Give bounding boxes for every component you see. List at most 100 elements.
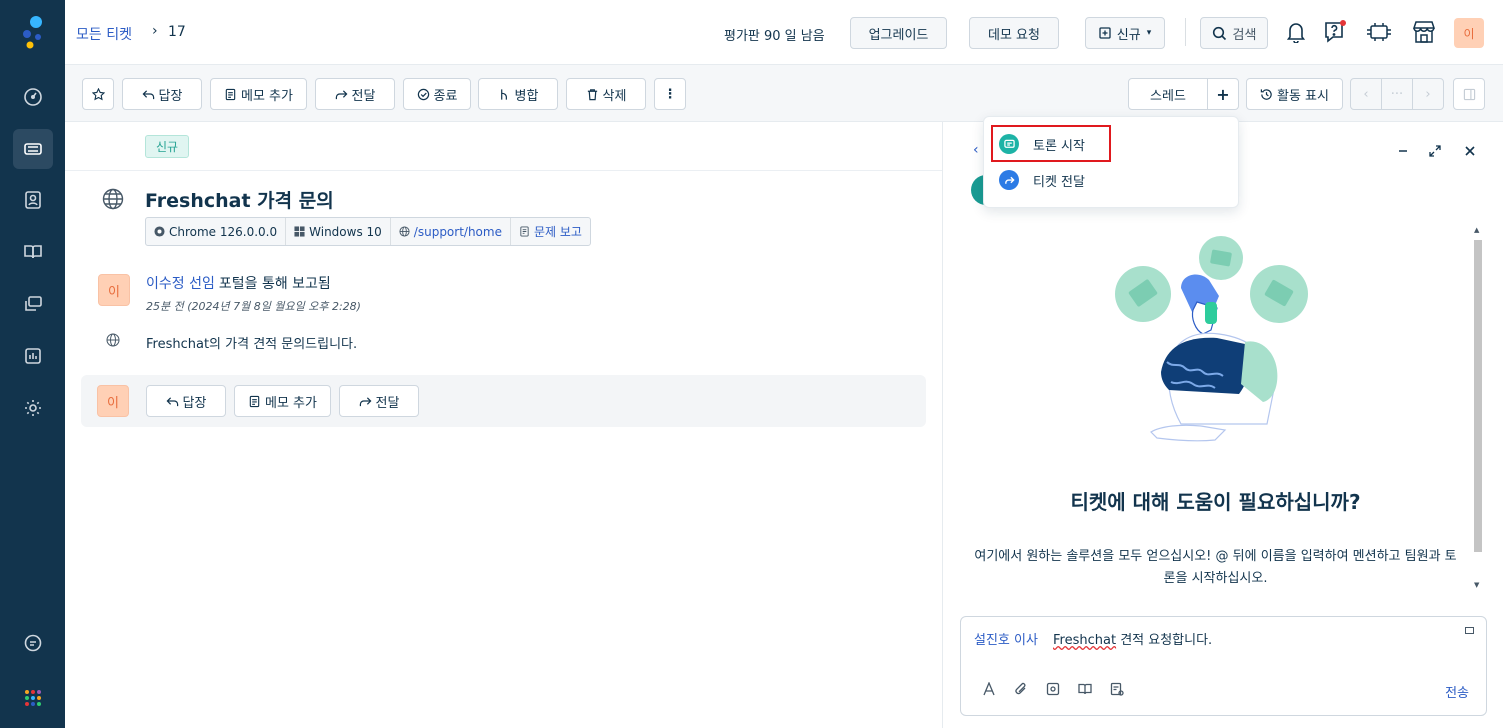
notifications-bell-icon[interactable] bbox=[1282, 18, 1310, 46]
next-ticket-button[interactable]: › bbox=[1412, 78, 1444, 110]
chevron-right-icon: › bbox=[1425, 86, 1431, 102]
trash-icon bbox=[587, 88, 597, 100]
composer-rest-text: 견적 요청합니다. bbox=[1116, 633, 1213, 648]
ticket-detail: 신규 Freshchat 가격 문의 Chrome 126.0.0.0 Wind… bbox=[65, 122, 942, 728]
forward-bottom-button[interactable]: 전달 bbox=[339, 385, 419, 417]
more-options-button[interactable]: ⋮ bbox=[654, 78, 686, 110]
chat-icon[interactable] bbox=[13, 623, 53, 663]
note-icon bbox=[249, 395, 260, 407]
search-icon bbox=[1212, 26, 1226, 40]
breadcrumb-separator: › bbox=[152, 23, 158, 39]
apps-grid-icon[interactable] bbox=[13, 678, 53, 718]
reply-arrow-icon bbox=[142, 89, 154, 99]
admin-gear-icon[interactable] bbox=[13, 388, 53, 428]
tickets-icon[interactable] bbox=[13, 129, 53, 169]
report-issue[interactable]: 문제 보고 bbox=[511, 218, 590, 245]
agent-avatar: 이 bbox=[97, 385, 129, 417]
reply-action-bar: 이 답장 메모 추가 전달 bbox=[81, 375, 926, 427]
show-activity-button[interactable]: 활동 표시 bbox=[1246, 78, 1343, 110]
marketplace-store-icon[interactable] bbox=[1410, 18, 1438, 46]
divider bbox=[65, 170, 942, 171]
composer-toolbar bbox=[981, 681, 1124, 696]
merge-icon bbox=[500, 88, 507, 100]
merge-label: 병합 bbox=[514, 88, 539, 104]
add-note-bottom-label: 메모 추가 bbox=[265, 395, 317, 411]
toggle-panel-button[interactable] bbox=[1453, 78, 1485, 110]
canned-response-icon[interactable] bbox=[1045, 681, 1060, 696]
close-ticket-label: 종료 bbox=[433, 88, 458, 104]
start-discussion-label: 토론 시작 bbox=[1033, 138, 1085, 154]
close-icon[interactable] bbox=[1461, 142, 1479, 160]
forward-arrow-icon bbox=[335, 89, 347, 99]
breadcrumb-all-tickets[interactable]: 모든 티켓 bbox=[76, 24, 132, 44]
template-icon[interactable] bbox=[1109, 681, 1124, 696]
forward-ticket-item[interactable]: 티켓 전달 bbox=[999, 167, 1085, 193]
minimize-icon[interactable] bbox=[1394, 142, 1412, 160]
toolbar-divider bbox=[1185, 18, 1186, 46]
previous-ticket-button[interactable]: ‹ bbox=[1350, 78, 1382, 110]
merge-button[interactable]: 병합 bbox=[478, 78, 558, 110]
add-note-bottom-button[interactable]: 메모 추가 bbox=[234, 385, 331, 417]
start-discussion-item[interactable]: 토론 시작 bbox=[999, 131, 1085, 157]
close-ticket-button[interactable]: 종료 bbox=[403, 78, 471, 110]
reports-icon[interactable] bbox=[13, 336, 53, 376]
send-button[interactable]: 전송 bbox=[1445, 682, 1469, 701]
help-description: 여기에서 원하는 솔루션을 모두 얻으십시오! @ 뒤에 이름을 입력하여 멘션… bbox=[974, 549, 1457, 586]
ticket-number: 17 bbox=[168, 24, 186, 40]
thread-button[interactable]: 스레드 bbox=[1128, 78, 1208, 110]
reply-bottom-button[interactable]: 답장 bbox=[146, 385, 226, 417]
demo-request-button[interactable]: 데모 요청 bbox=[969, 17, 1059, 49]
scroll-up-icon[interactable]: ▲ bbox=[1474, 226, 1479, 234]
scrollbar-thumb[interactable] bbox=[1474, 240, 1482, 552]
forward-ticket-label: 티켓 전달 bbox=[1033, 174, 1085, 190]
add-note-label: 메모 추가 bbox=[241, 88, 293, 104]
user-avatar[interactable]: 이 bbox=[1454, 18, 1484, 48]
discussion-composer[interactable]: 설진호 이사 Freshchat 견적 요청합니다. 전송 bbox=[960, 616, 1487, 716]
search-button[interactable]: 검색 bbox=[1200, 17, 1268, 49]
ticket-list-button[interactable]: ··· bbox=[1381, 78, 1413, 110]
back-chevron-icon[interactable]: ‹ bbox=[973, 142, 979, 158]
top-bar: 모든 티켓 › 17 평가판 90 일 남음 업그레이드 데모 요청 신규 ▾ … bbox=[65, 0, 1503, 65]
ticket-title: Freshchat 가격 문의 bbox=[145, 190, 334, 212]
reply-button[interactable]: 답장 bbox=[122, 78, 202, 110]
composer-text[interactable]: Freshchat 견적 요청합니다. bbox=[1053, 629, 1212, 648]
help-icon[interactable] bbox=[1321, 18, 1349, 46]
chevron-left-icon: ‹ bbox=[1363, 86, 1369, 102]
mention-tag[interactable]: 설진호 이사 bbox=[974, 629, 1038, 648]
delete-button[interactable]: 삭제 bbox=[566, 78, 646, 110]
sidebar-panel-icon bbox=[1463, 88, 1475, 100]
misspelled-word: Freshchat bbox=[1053, 633, 1117, 648]
globe-icon bbox=[102, 188, 124, 210]
trial-remaining-text: 평가판 90 일 남음 bbox=[724, 29, 825, 44]
panel-scrollbar[interactable]: ▲ ▼ bbox=[1471, 224, 1485, 596]
source-url-link[interactable]: /support/home bbox=[414, 225, 502, 239]
chevron-down-icon: ▾ bbox=[1146, 28, 1152, 38]
solution-article-icon[interactable] bbox=[1077, 681, 1092, 696]
expand-icon[interactable] bbox=[1426, 142, 1444, 160]
upgrade-button[interactable]: 업그레이드 bbox=[850, 17, 947, 49]
scroll-down-icon[interactable]: ▼ bbox=[1474, 581, 1479, 589]
star-icon bbox=[91, 87, 105, 100]
knowledge-base-icon[interactable] bbox=[13, 232, 53, 272]
reported-via-text: 포털을 통해 보고됨 bbox=[218, 276, 331, 292]
contacts-icon[interactable] bbox=[13, 180, 53, 220]
dashboard-icon[interactable] bbox=[13, 77, 53, 117]
forward-icon bbox=[999, 170, 1019, 190]
add-note-button[interactable]: 메모 추가 bbox=[210, 78, 307, 110]
forums-icon[interactable] bbox=[13, 284, 53, 324]
new-dropdown-button[interactable]: 신규 ▾ bbox=[1085, 17, 1165, 49]
sandbox-icon[interactable] bbox=[1365, 18, 1393, 46]
author-name-link[interactable]: 이수정 선임 bbox=[146, 276, 215, 292]
text-format-icon[interactable] bbox=[981, 681, 996, 696]
url-info[interactable]: /support/home bbox=[391, 218, 511, 245]
attachment-icon[interactable] bbox=[1013, 681, 1028, 696]
freshdesk-logo bbox=[23, 16, 42, 49]
report-issue-link[interactable]: 문제 보고 bbox=[534, 223, 582, 240]
forward-button[interactable]: 전달 bbox=[315, 78, 395, 110]
plus-box-icon bbox=[1099, 27, 1111, 39]
history-icon bbox=[1260, 88, 1272, 100]
favorite-star-button[interactable] bbox=[82, 78, 114, 110]
thread-add-button[interactable]: + bbox=[1207, 78, 1239, 110]
composer-expand-icon[interactable] bbox=[1465, 627, 1474, 634]
forward-arrow-icon bbox=[359, 396, 371, 406]
